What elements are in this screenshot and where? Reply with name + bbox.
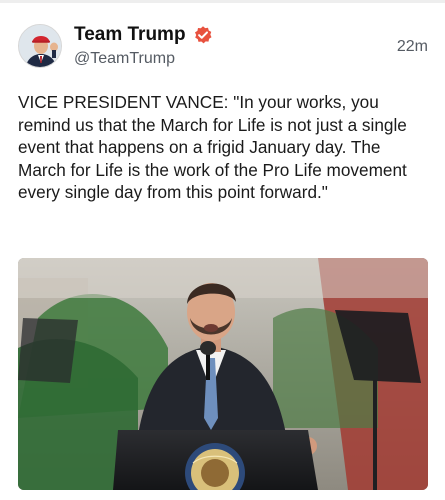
speaker-at-podium-image xyxy=(18,258,428,490)
author-name-row: Team Trump xyxy=(74,22,213,48)
post-text: VICE PRESIDENT VANCE: "In your works, yo… xyxy=(18,92,407,202)
post-card[interactable]: Team Trump @TeamTrump 22m VICE PRESIDENT… xyxy=(0,0,445,500)
divider xyxy=(0,0,445,3)
post-timestamp[interactable]: 22m xyxy=(397,38,428,56)
author-avatar[interactable] xyxy=(18,24,62,68)
author-display-name[interactable]: Team Trump xyxy=(74,24,186,46)
author-handle[interactable]: @TeamTrump xyxy=(74,50,175,68)
post-photo[interactable] xyxy=(18,258,428,490)
post-header: Team Trump @TeamTrump 22m xyxy=(18,22,428,72)
avatar-image xyxy=(19,25,61,67)
verified-badge-icon xyxy=(193,25,213,45)
